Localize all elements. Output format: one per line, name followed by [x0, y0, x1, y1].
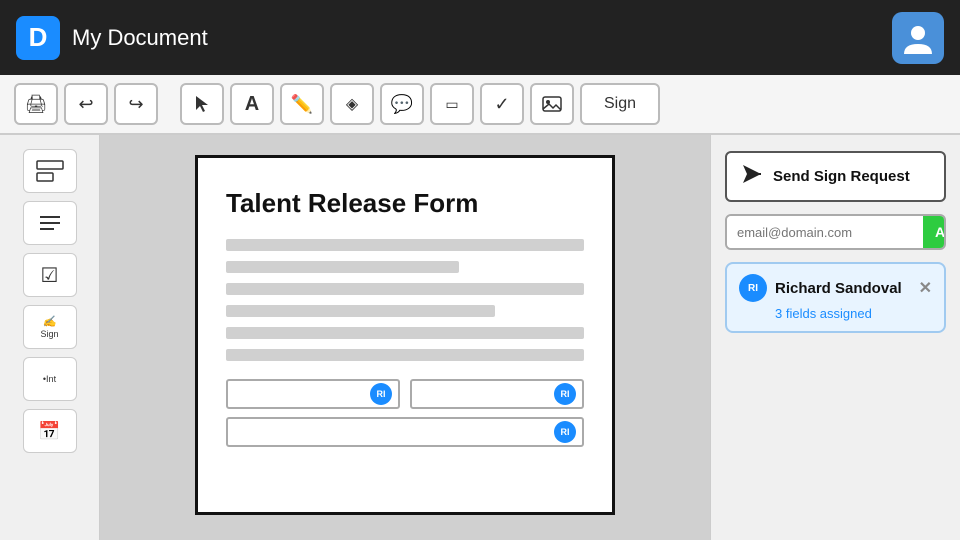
document-area: Talent Release Form RI RI RI — [100, 135, 710, 540]
recipient-header: RI Richard Sandoval ✕ — [739, 274, 932, 302]
tool-text-fields[interactable] — [23, 149, 77, 193]
recipient-fields-label: 3 fields assigned — [775, 306, 932, 321]
add-recipient-button[interactable]: Add — [923, 216, 946, 248]
user-avatar[interactable] — [892, 12, 944, 64]
recipient-name: Richard Sandoval — [775, 280, 911, 297]
select-button[interactable] — [180, 83, 224, 125]
document-title: Talent Release Form — [226, 188, 584, 219]
image-button[interactable] — [530, 83, 574, 125]
doc-line-2 — [226, 261, 459, 273]
main-area: ☑ ✍ Sign •Int 📅 Talent Release Form RI — [0, 135, 960, 540]
send-icon — [741, 163, 763, 190]
field-row-2: RI — [226, 417, 584, 447]
tool-date[interactable]: 📅 — [23, 409, 77, 453]
recipient-avatar: RI — [739, 274, 767, 302]
doc-line-6 — [226, 349, 584, 361]
redo-button[interactable]: ↪ — [114, 83, 158, 125]
pen-button[interactable]: ✏️ — [280, 83, 324, 125]
tool-list[interactable] — [23, 201, 77, 245]
comment-button[interactable]: 💬 — [380, 83, 424, 125]
field-badge-1: RI — [370, 383, 392, 405]
recipient-remove-button[interactable]: ✕ — [919, 278, 932, 298]
field-badge-3: RI — [554, 421, 576, 443]
print-button[interactable]: 🖨 — [14, 83, 58, 125]
field-row-1: RI RI — [226, 379, 584, 409]
recipient-card: RI Richard Sandoval ✕ 3 fields assigned — [725, 262, 946, 333]
email-input[interactable] — [727, 216, 923, 248]
field-box-1[interactable]: RI — [226, 379, 400, 409]
tool-initial[interactable]: •Int — [23, 357, 77, 401]
undo-button[interactable]: ↩ — [64, 83, 108, 125]
checkmark-button[interactable]: ✓ — [480, 83, 524, 125]
doc-line-3 — [226, 283, 584, 295]
doc-line-4 — [226, 305, 495, 317]
field-box-2[interactable]: RI — [410, 379, 584, 409]
toolbar: 🖨 ↩ ↪ A ✏️ ◈ 💬 ▭ ✓ Sign — [0, 75, 960, 135]
sign-button[interactable]: Sign — [580, 83, 660, 125]
tool-checkbox[interactable]: ☑ — [23, 253, 77, 297]
field-badge-2: RI — [554, 383, 576, 405]
app-logo: D — [16, 16, 60, 60]
text-button[interactable]: A — [230, 83, 274, 125]
doc-line-1 — [226, 239, 584, 251]
tool-signature[interactable]: ✍ Sign — [23, 305, 77, 349]
document-title: My Document — [72, 25, 880, 51]
doc-line-5 — [226, 327, 584, 339]
eraser-button[interactable]: ▭ — [430, 83, 474, 125]
header: D My Document — [0, 0, 960, 75]
document: Talent Release Form RI RI RI — [195, 155, 615, 515]
left-sidebar: ☑ ✍ Sign •Int 📅 — [0, 135, 100, 540]
highlighter-button[interactable]: ◈ — [330, 83, 374, 125]
right-sidebar: Send Sign Request Add RI Richard Sandova… — [710, 135, 960, 540]
send-sign-label: Send Sign Request — [773, 168, 910, 185]
email-row: Add — [725, 214, 946, 250]
send-sign-request-button[interactable]: Send Sign Request — [725, 151, 946, 202]
field-box-3[interactable]: RI — [226, 417, 584, 447]
